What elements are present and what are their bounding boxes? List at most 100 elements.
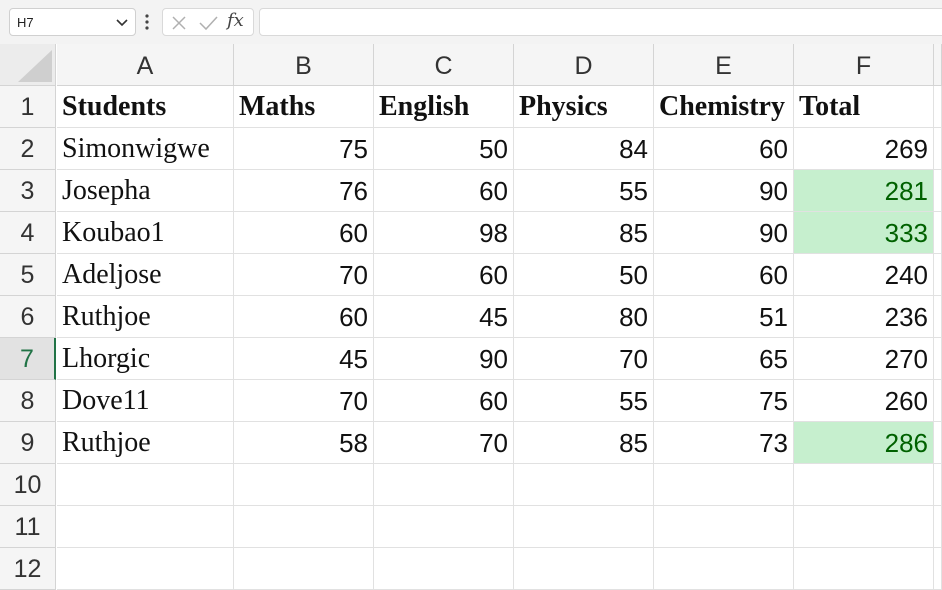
empty-cell[interactable] [234, 506, 374, 548]
empty-cell[interactable] [794, 548, 934, 590]
score-cell[interactable]: 51 [654, 296, 794, 338]
score-cell[interactable]: 85 [514, 212, 654, 254]
score-cell[interactable]: 60 [234, 296, 374, 338]
empty-cell[interactable] [934, 338, 942, 380]
total-cell[interactable]: 240 [794, 254, 934, 296]
score-cell[interactable]: 50 [374, 128, 514, 170]
student-name-cell[interactable]: Ruthjoe [57, 422, 234, 464]
header-cell-e[interactable]: Chemistry [654, 86, 794, 128]
empty-cell[interactable] [234, 464, 374, 506]
name-box[interactable]: H7 [9, 8, 136, 36]
empty-cell[interactable] [934, 128, 942, 170]
row-header-5[interactable]: 5 [0, 254, 56, 296]
formula-input[interactable] [259, 8, 942, 36]
row-header-6[interactable]: 6 [0, 296, 56, 338]
score-cell[interactable]: 60 [374, 380, 514, 422]
empty-cell[interactable] [374, 548, 514, 590]
student-name-cell[interactable]: Dove11 [57, 380, 234, 422]
score-cell[interactable]: 70 [234, 380, 374, 422]
score-cell[interactable]: 60 [374, 254, 514, 296]
select-all-button[interactable] [0, 44, 56, 86]
header-cell-a[interactable]: Students [57, 86, 234, 128]
score-cell[interactable]: 90 [374, 338, 514, 380]
row-header-1[interactable]: 1 [0, 86, 56, 128]
empty-cell[interactable] [934, 254, 942, 296]
empty-cell[interactable] [934, 296, 942, 338]
score-cell[interactable]: 65 [654, 338, 794, 380]
student-name-cell[interactable]: Ruthjoe [57, 296, 234, 338]
score-cell[interactable]: 84 [514, 128, 654, 170]
empty-cell[interactable] [934, 212, 942, 254]
student-name-cell[interactable]: Lhorgic [57, 338, 234, 380]
score-cell[interactable]: 45 [234, 338, 374, 380]
score-cell[interactable]: 90 [654, 212, 794, 254]
row-header-10[interactable]: 10 [0, 464, 56, 506]
score-cell[interactable]: 70 [374, 422, 514, 464]
total-cell[interactable]: 286 [794, 422, 934, 464]
total-cell[interactable]: 236 [794, 296, 934, 338]
empty-cell[interactable] [514, 464, 654, 506]
student-name-cell[interactable]: Simonwigwe [57, 128, 234, 170]
column-header-c[interactable]: C [374, 44, 514, 86]
empty-cell[interactable] [514, 548, 654, 590]
empty-cell[interactable] [654, 506, 794, 548]
row-header-12[interactable]: 12 [0, 548, 56, 590]
column-header-e[interactable]: E [654, 44, 794, 86]
score-cell[interactable]: 73 [654, 422, 794, 464]
empty-cell[interactable] [654, 464, 794, 506]
score-cell[interactable]: 45 [374, 296, 514, 338]
row-header-11[interactable]: 11 [0, 506, 56, 548]
more-vertical-icon[interactable] [144, 12, 150, 32]
empty-cell[interactable] [934, 170, 942, 212]
total-cell[interactable]: 333 [794, 212, 934, 254]
header-cell-d[interactable]: Physics [514, 86, 654, 128]
insert-function-button[interactable]: fx [227, 10, 244, 31]
score-cell[interactable]: 85 [514, 422, 654, 464]
empty-cell[interactable] [934, 464, 942, 506]
row-header-4[interactable]: 4 [0, 212, 56, 254]
check-icon[interactable] [197, 13, 219, 33]
row-header-2[interactable]: 2 [0, 128, 56, 170]
column-header-a[interactable]: A [57, 44, 234, 86]
total-cell[interactable]: 281 [794, 170, 934, 212]
score-cell[interactable]: 58 [234, 422, 374, 464]
column-header-d[interactable]: D [514, 44, 654, 86]
student-name-cell[interactable]: Adeljose [57, 254, 234, 296]
score-cell[interactable]: 60 [654, 254, 794, 296]
total-cell[interactable]: 270 [794, 338, 934, 380]
student-name-cell[interactable]: Koubao1 [57, 212, 234, 254]
empty-cell[interactable] [374, 506, 514, 548]
column-header-f[interactable]: F [794, 44, 934, 86]
column-header-b[interactable]: B [234, 44, 374, 86]
header-cell-c[interactable]: English [374, 86, 514, 128]
header-cell-f[interactable]: Total [794, 86, 934, 128]
student-name-cell[interactable]: Josepha [57, 170, 234, 212]
row-header-8[interactable]: 8 [0, 380, 56, 422]
score-cell[interactable]: 90 [654, 170, 794, 212]
total-cell[interactable]: 260 [794, 380, 934, 422]
row-header-7[interactable]: 7 [0, 338, 56, 380]
empty-cell[interactable] [934, 506, 942, 548]
row-header-3[interactable]: 3 [0, 170, 56, 212]
x-icon[interactable] [169, 13, 189, 33]
score-cell[interactable]: 60 [654, 128, 794, 170]
score-cell[interactable]: 80 [514, 296, 654, 338]
empty-cell[interactable] [234, 548, 374, 590]
score-cell[interactable]: 70 [234, 254, 374, 296]
row-header-9[interactable]: 9 [0, 422, 56, 464]
empty-cell[interactable] [934, 380, 942, 422]
score-cell[interactable]: 75 [654, 380, 794, 422]
empty-cell[interactable] [57, 548, 234, 590]
score-cell[interactable]: 75 [234, 128, 374, 170]
column-header-next[interactable] [934, 44, 942, 86]
empty-cell[interactable] [794, 506, 934, 548]
score-cell[interactable]: 76 [234, 170, 374, 212]
header-cell-b[interactable]: Maths [234, 86, 374, 128]
total-cell[interactable]: 269 [794, 128, 934, 170]
score-cell[interactable]: 55 [514, 380, 654, 422]
chevron-down-icon[interactable] [114, 13, 130, 31]
score-cell[interactable]: 60 [234, 212, 374, 254]
empty-cell[interactable] [934, 422, 942, 464]
score-cell[interactable]: 55 [514, 170, 654, 212]
empty-cell[interactable] [934, 86, 942, 128]
